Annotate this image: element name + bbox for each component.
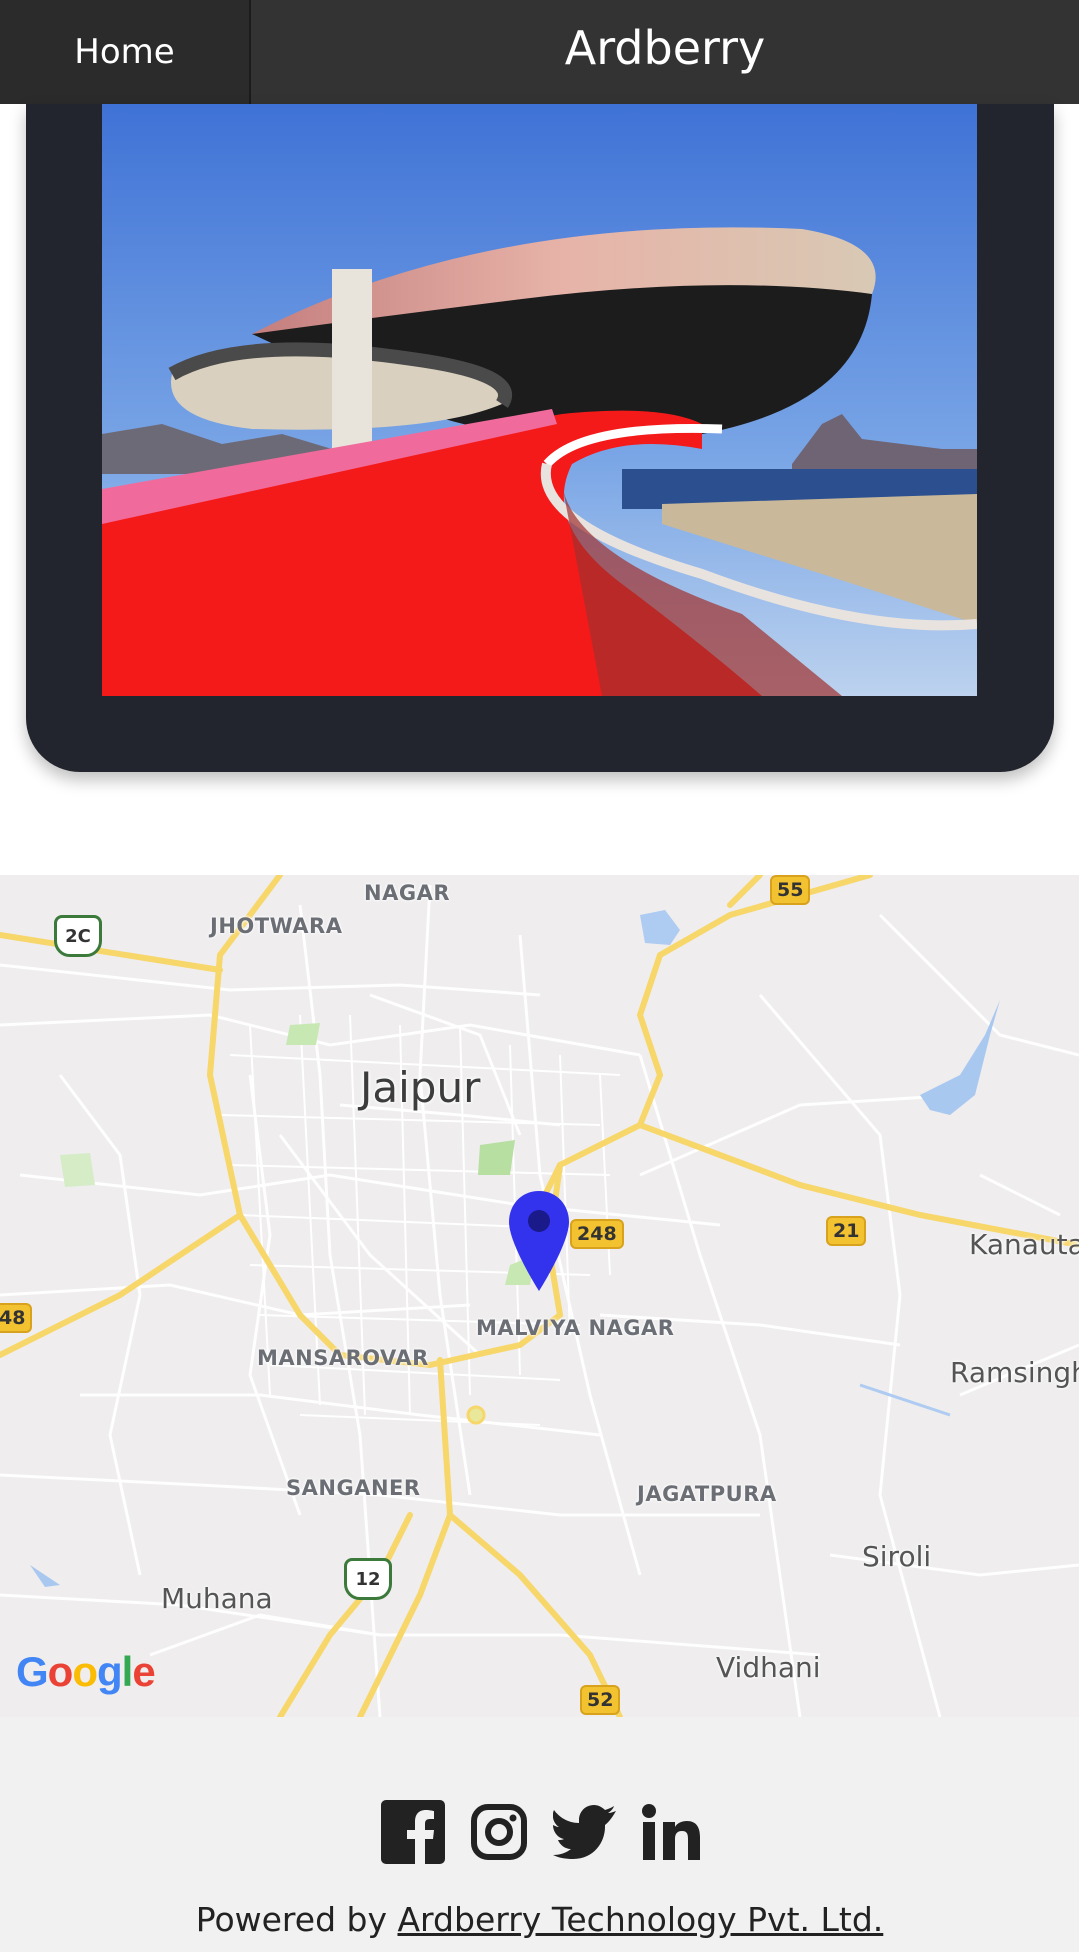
map-label-mansarovar: MANSAROVAR [257, 1346, 429, 1370]
map[interactable]: NAGAR JHOTWARA Jaipur MALVIYA NAGAR MANS… [0, 875, 1079, 1717]
map-label-vidhani: Vidhani [716, 1651, 821, 1684]
app-title: Ardberry [564, 21, 766, 75]
map-label-sanganer: SANGANER [286, 1476, 421, 1500]
map-label-jaipur: Jaipur [360, 1063, 481, 1112]
company-link[interactable]: Ardberry Technology Pvt. Ltd. [397, 1900, 883, 1939]
location-pin-icon[interactable] [507, 1189, 571, 1293]
powered-by-prefix: Powered by [195, 1900, 398, 1939]
highway-shield-2c: 2C [54, 915, 102, 957]
highway-shield-21: 21 [826, 1216, 867, 1246]
highway-shield-55: 55 [770, 875, 811, 905]
home-button[interactable]: Home [0, 0, 251, 104]
instagram-icon[interactable] [466, 1799, 532, 1865]
twitter-icon[interactable] [552, 1799, 618, 1865]
map-label-ramsingh: Ramsingh [950, 1356, 1079, 1389]
highway-shield-12: 12 [344, 1558, 392, 1600]
highway-shield-248: 248 [570, 1219, 624, 1249]
map-label-nagar: NAGAR [364, 881, 450, 905]
map-label-kanauta: Kanauta [969, 1228, 1079, 1261]
map-label-muhana: Muhana [161, 1582, 273, 1615]
powered-by-text: Powered by Ardberry Technology Pvt. Ltd. [0, 1900, 1079, 1939]
facebook-icon[interactable] [380, 1799, 446, 1865]
map-label-malviya-nagar: MALVIYA NAGAR [476, 1316, 675, 1340]
linkedin-icon[interactable] [638, 1799, 704, 1865]
map-label-siroli: Siroli [862, 1540, 932, 1573]
map-label-jhotwara: JHOTWARA [210, 914, 343, 938]
google-logo: Google [16, 1648, 156, 1695]
map-label-jagatpura: JAGATPURA [637, 1482, 777, 1506]
highway-shield-52: 52 [580, 1685, 621, 1715]
highway-shield-48: 48 [0, 1303, 33, 1333]
social-links [380, 1799, 704, 1865]
building-photo [102, 104, 977, 696]
top-bar: Home Ardberry [0, 0, 1079, 104]
photo-card [26, 104, 1054, 772]
